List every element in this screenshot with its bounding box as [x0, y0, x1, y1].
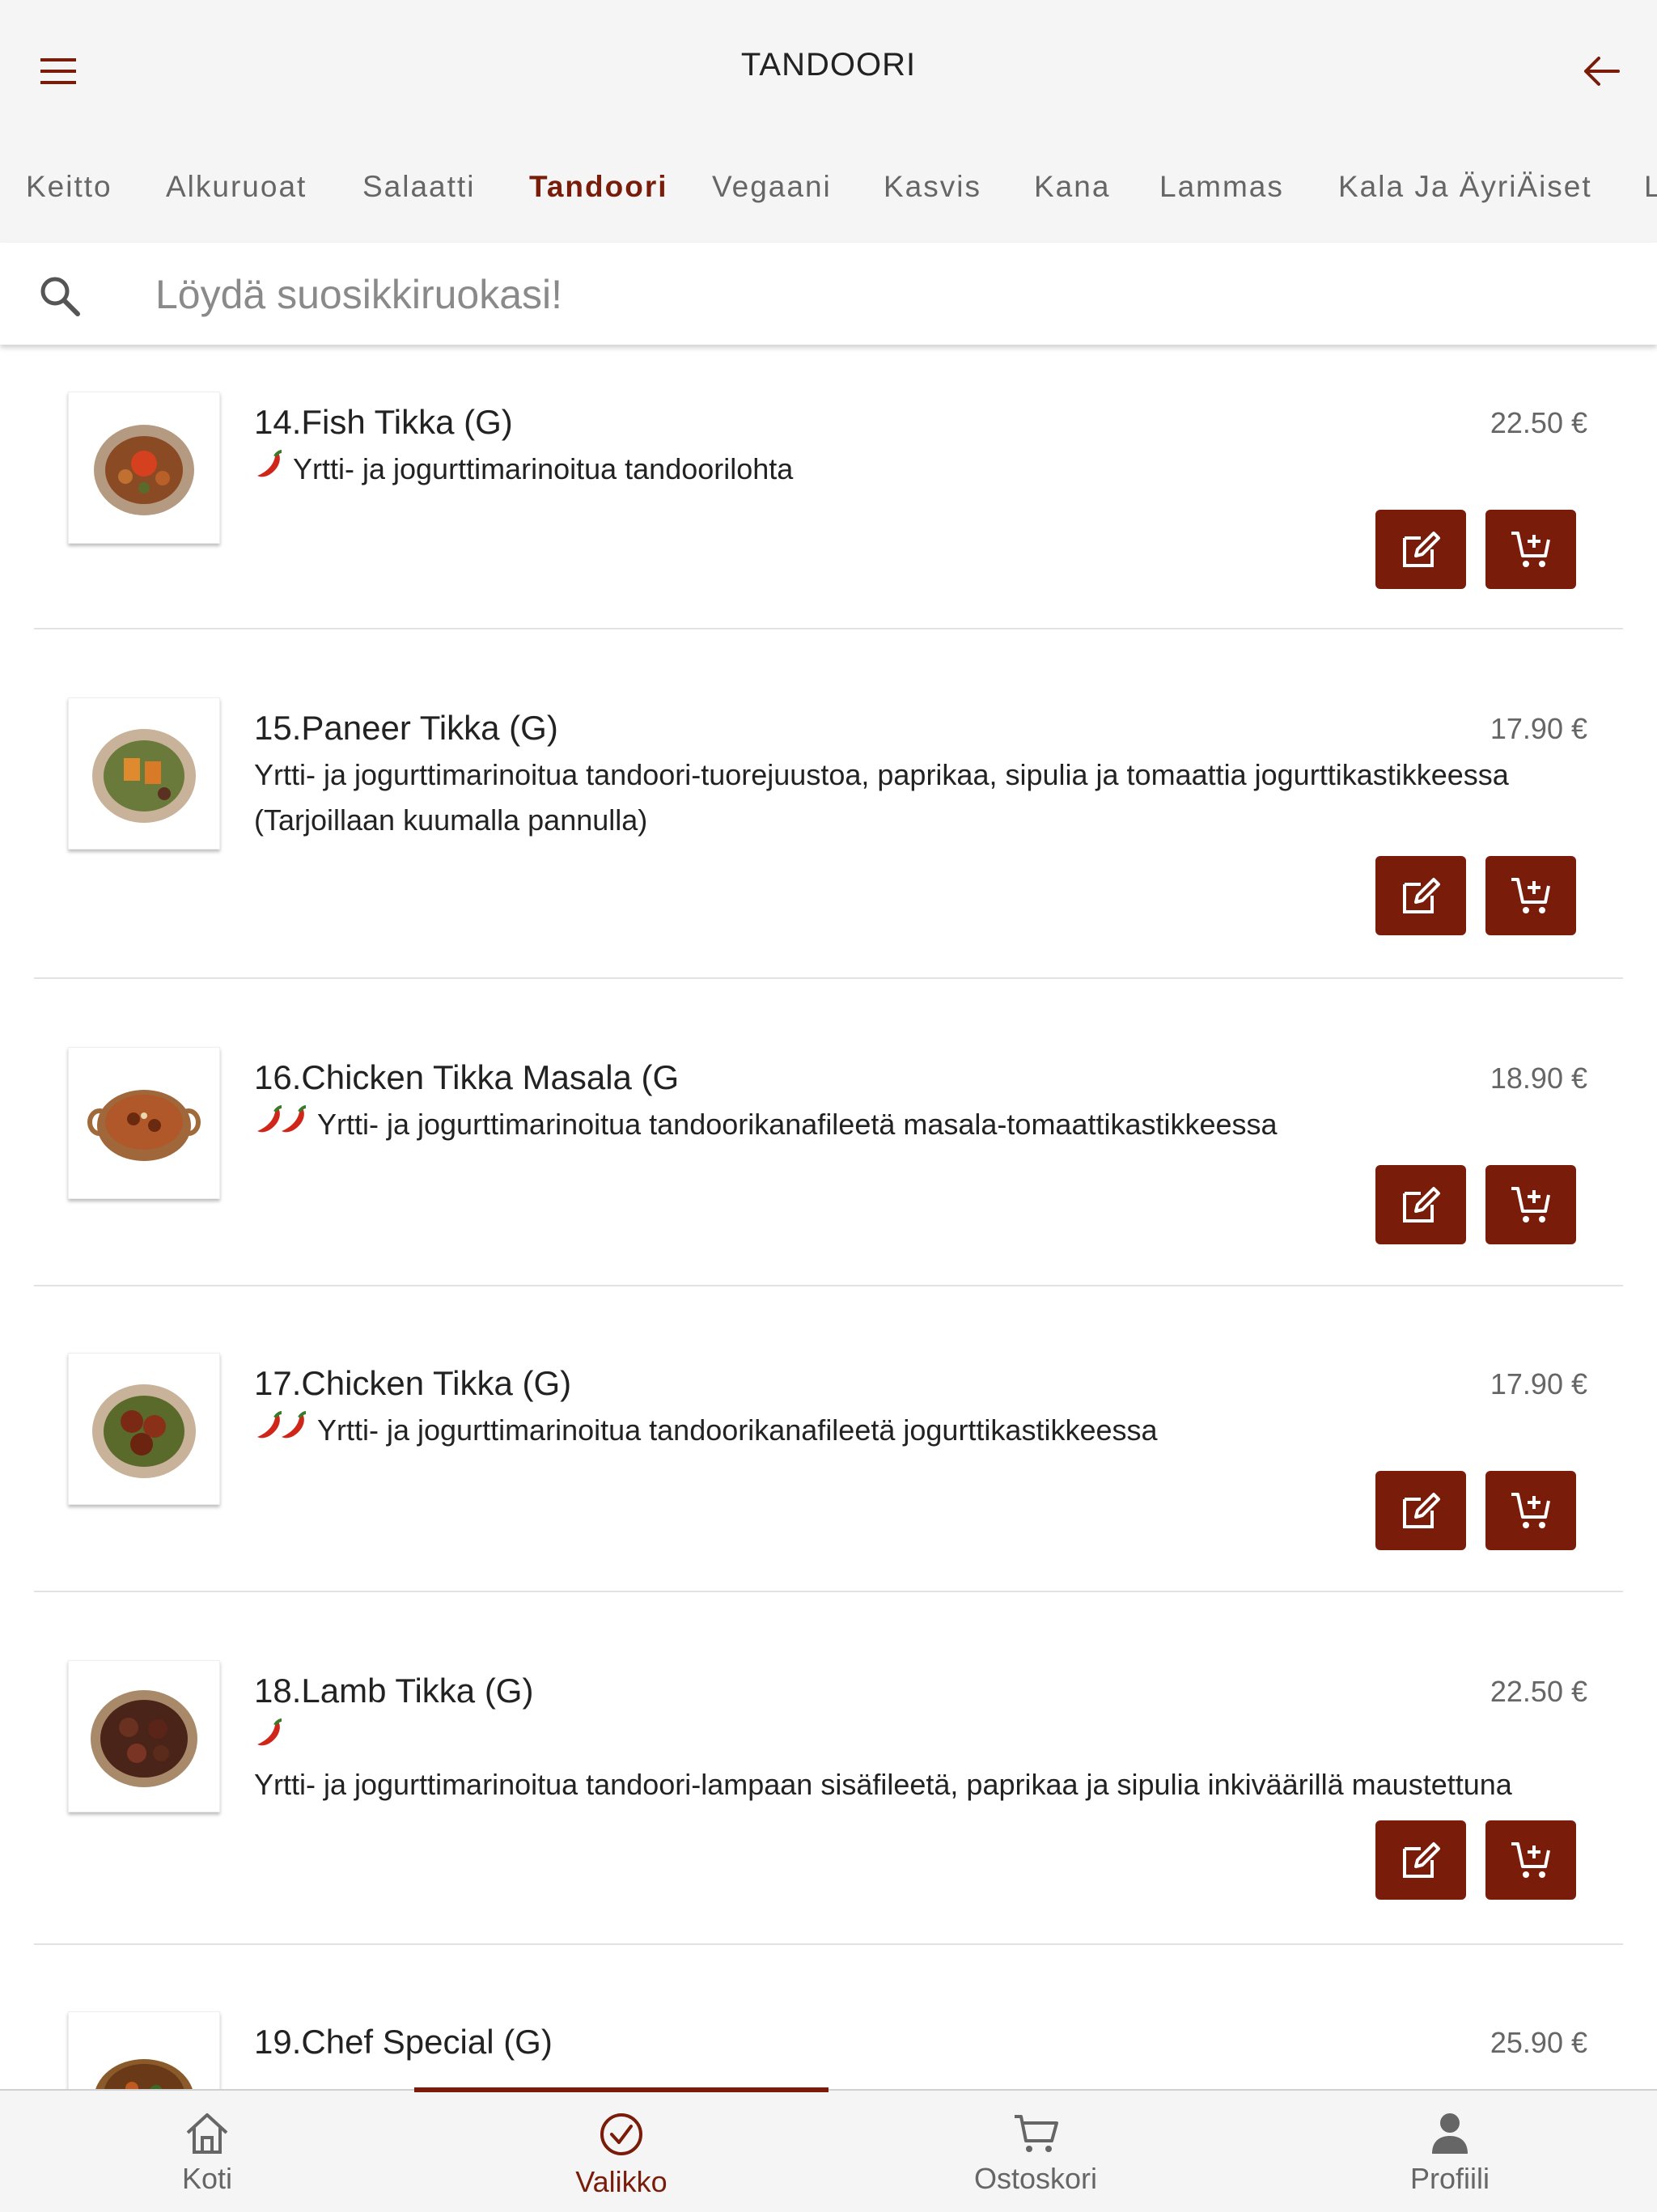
cart-icon [1011, 2108, 1060, 2157]
edit-icon [1403, 532, 1440, 567]
add-to-cart-icon [1511, 1187, 1550, 1223]
check-circle-icon [597, 2108, 646, 2157]
chili-icon [254, 448, 286, 494]
add-to-cart-icon [1511, 532, 1550, 567]
tab-salaatti[interactable]: Salaatti [362, 170, 475, 204]
tab-kasvis[interactable]: Kasvis [884, 170, 981, 204]
edit-button[interactable] [1375, 856, 1466, 935]
tab-partial[interactable]: L [1644, 170, 1657, 204]
home-icon [183, 2108, 231, 2157]
edit-button[interactable] [1375, 1820, 1466, 1900]
bottom-navigation: Koti Valikko Ostoskori Profiili [0, 2087, 1657, 2212]
item-price: 22.50 € [1490, 406, 1587, 439]
divider [34, 1285, 1623, 1286]
menu-list: 14.Fish Tikka (G) 22.50 € Yrtti- ja jogu… [0, 345, 1657, 2089]
nav-valikko[interactable]: Valikko [414, 2091, 828, 2212]
divider [34, 1591, 1623, 1592]
category-tabs: Keitto Alkuruoat Salaatti Tandoori Vegaa… [0, 138, 1657, 243]
item-name: 15.Paneer Tikka (G) [254, 709, 558, 747]
divider [34, 628, 1623, 629]
edit-button[interactable] [1375, 1165, 1466, 1244]
item-description-block: Yrtti- ja jogurttimarinoitua tandooriloh… [254, 447, 1625, 494]
add-to-cart-button[interactable] [1485, 1820, 1576, 1900]
chili-row [254, 1715, 1625, 1762]
back-arrow-icon[interactable] [1576, 45, 1628, 97]
chili-icon [254, 1409, 311, 1455]
edit-icon [1403, 1493, 1440, 1528]
dish-image [68, 1353, 220, 1505]
item-name: 16.Chicken Tikka Masala (G [254, 1058, 680, 1096]
add-to-cart-button[interactable] [1485, 1165, 1576, 1244]
app-bar: TANDOORI [0, 0, 1657, 138]
person-icon [1426, 2108, 1474, 2157]
divider [34, 1943, 1623, 1945]
edit-icon [1403, 878, 1440, 913]
tab-kana[interactable]: Kana [1034, 170, 1110, 204]
nav-label: Valikko [575, 2165, 667, 2198]
tab-tandoori[interactable]: Tandoori [529, 170, 668, 204]
item-price: 18.90 € [1490, 1062, 1587, 1095]
tab-kala-ja-ayriaiset[interactable]: Kala Ja ÄyriÄiset [1338, 170, 1592, 204]
tab-keitto[interactable]: Keitto [26, 170, 112, 204]
tab-lammas[interactable]: Lammas [1159, 170, 1284, 204]
add-to-cart-button[interactable] [1485, 510, 1576, 589]
tab-vegaani[interactable]: Vegaani [712, 170, 832, 204]
nav-label: Ostoskori [973, 2162, 1098, 2195]
dish-image [68, 2011, 220, 2089]
nav-ostoskori[interactable]: Ostoskori [828, 2091, 1243, 2212]
search-bar [0, 243, 1657, 345]
item-name: 18.Lamb Tikka (G) [254, 1672, 534, 1710]
edit-button[interactable] [1375, 510, 1466, 589]
item-price: 25.90 € [1490, 2026, 1587, 2059]
add-to-cart-icon [1511, 878, 1550, 913]
chili-icon [254, 1104, 311, 1149]
item-name: 14.Fish Tikka (G) [254, 403, 513, 441]
dish-image [68, 1660, 220, 1812]
search-input[interactable] [154, 265, 1613, 324]
add-to-cart-icon [1511, 1842, 1550, 1878]
item-price: 17.90 € [1490, 712, 1587, 745]
divider [34, 977, 1623, 979]
item-description: Yrtti- ja jogurttimarinoitua tandoorikan… [317, 1413, 1158, 1447]
edit-icon [1403, 1187, 1440, 1223]
nav-profiili[interactable]: Profiili [1243, 2091, 1657, 2212]
chili-icon [254, 1717, 286, 1762]
item-description: Yrtti- ja jogurttimarinoitua tandoori-tu… [254, 758, 1509, 837]
item-description: Yrtti- ja jogurttimarinoitua tandooriloh… [293, 452, 794, 485]
item-price: 22.50 € [1490, 1675, 1587, 1708]
tab-alkuruoat[interactable]: Alkuruoat [166, 170, 307, 204]
search-icon [36, 272, 84, 320]
edit-button[interactable] [1375, 1471, 1466, 1550]
nav-label: Koti [181, 2162, 233, 2195]
item-description: Yrtti- ja jogurttimarinoitua tandoorikan… [317, 1108, 1278, 1141]
item-price: 17.90 € [1490, 1367, 1587, 1401]
item-name: 19.Chef Special (G) [254, 2023, 553, 2061]
nav-koti[interactable]: Koti [0, 2091, 414, 2212]
nav-label: Profiili [1409, 2162, 1490, 2195]
edit-icon [1403, 1842, 1440, 1878]
item-name: 17.Chicken Tikka (G) [254, 1364, 572, 1402]
dish-image [68, 392, 220, 544]
item-description-block: Yrtti- ja jogurttimarinoitua tandoorikan… [254, 1408, 1625, 1455]
add-to-cart-icon [1511, 1493, 1550, 1528]
item-description-block: Yrtti- ja jogurttimarinoitua tandoorikan… [254, 1102, 1625, 1149]
add-to-cart-button[interactable] [1485, 856, 1576, 935]
item-description: Yrtti- ja jogurttimarinoitua tandoori-la… [254, 1768, 1512, 1801]
dish-image [68, 697, 220, 850]
dish-image [68, 1047, 220, 1199]
add-to-cart-button[interactable] [1485, 1471, 1576, 1550]
page-title: TANDOORI [740, 47, 917, 83]
